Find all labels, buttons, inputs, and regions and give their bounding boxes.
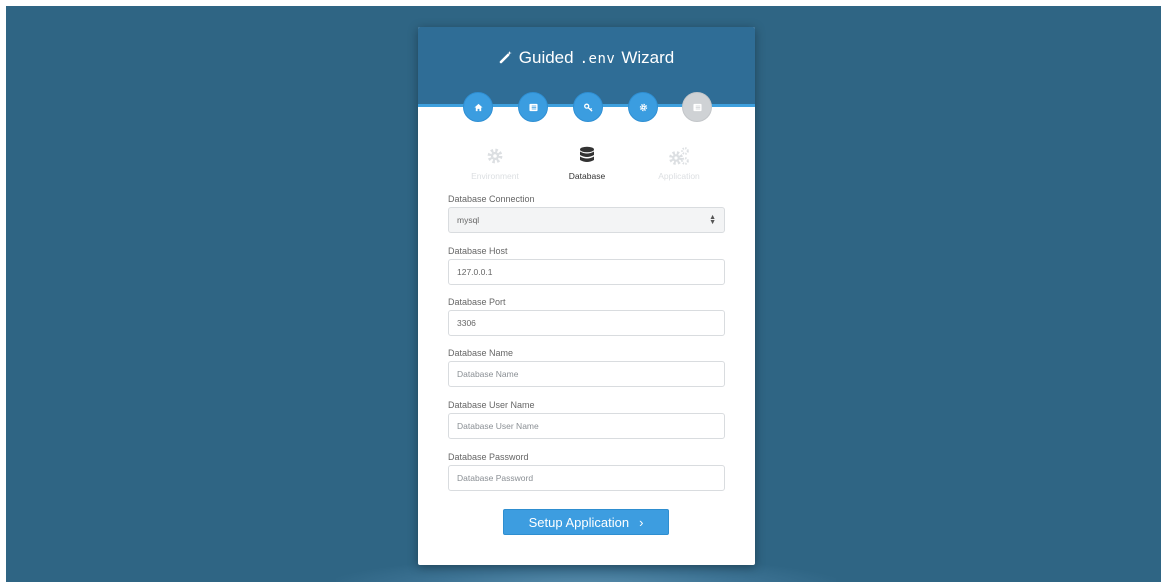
step-key[interactable] (573, 92, 603, 122)
gear-icon (450, 145, 540, 167)
home-icon (473, 103, 483, 112)
database-name-label: Database Name (448, 348, 514, 358)
list-icon (528, 103, 538, 112)
title-text-env: .env (579, 51, 616, 67)
database-port-input[interactable]: 3306 (448, 310, 725, 336)
select-arrows-icon: ▲ ▼ (709, 214, 716, 226)
selected-value: mysql (457, 215, 480, 225)
section-tabs: Environment Database Application (418, 145, 755, 185)
gears-icon (634, 145, 724, 167)
gear-icon (639, 103, 648, 112)
database-host-input[interactable]: 127.0.0.1 (448, 259, 725, 285)
database-connection-select[interactable]: mysql ▲ ▼ (448, 207, 725, 233)
button-label: Setup Application (528, 514, 630, 530)
wizard-title: Guided .env Wizard (418, 47, 755, 70)
database-name-input[interactable]: Database Name (448, 361, 725, 387)
database-connection-label: Database Connection (448, 194, 535, 204)
step-home[interactable] (463, 92, 493, 122)
tab-application[interactable]: Application (634, 145, 724, 181)
step-settings[interactable] (628, 92, 658, 122)
tab-label: Database (568, 171, 606, 181)
tab-database[interactable]: Database (542, 145, 632, 181)
tab-label: Application (658, 171, 700, 181)
database-password-input[interactable]: Database Password (448, 465, 725, 491)
wizard-card: Guided .env Wizard Environment Database … (418, 27, 755, 565)
database-password-label: Database Password (448, 452, 529, 462)
step-list[interactable] (518, 92, 548, 122)
database-username-label: Database User Name (448, 400, 535, 410)
chevron-right-icon: › (639, 514, 644, 530)
list-icon (692, 103, 702, 112)
step-list-pending[interactable] (682, 92, 712, 122)
wizard-steps (418, 92, 755, 122)
database-icon (542, 145, 632, 167)
magic-wand-icon (499, 48, 513, 70)
database-username-input[interactable]: Database User Name (448, 413, 725, 439)
title-text-guided: Guided (518, 48, 574, 67)
tab-label: Environment (471, 171, 519, 181)
database-host-label: Database Host (448, 246, 508, 256)
key-icon (583, 102, 593, 112)
database-port-label: Database Port (448, 297, 506, 307)
title-text-wizard: Wizard (621, 48, 675, 67)
tab-environment[interactable]: Environment (450, 145, 540, 181)
setup-application-button[interactable]: Setup Application › (503, 509, 669, 535)
